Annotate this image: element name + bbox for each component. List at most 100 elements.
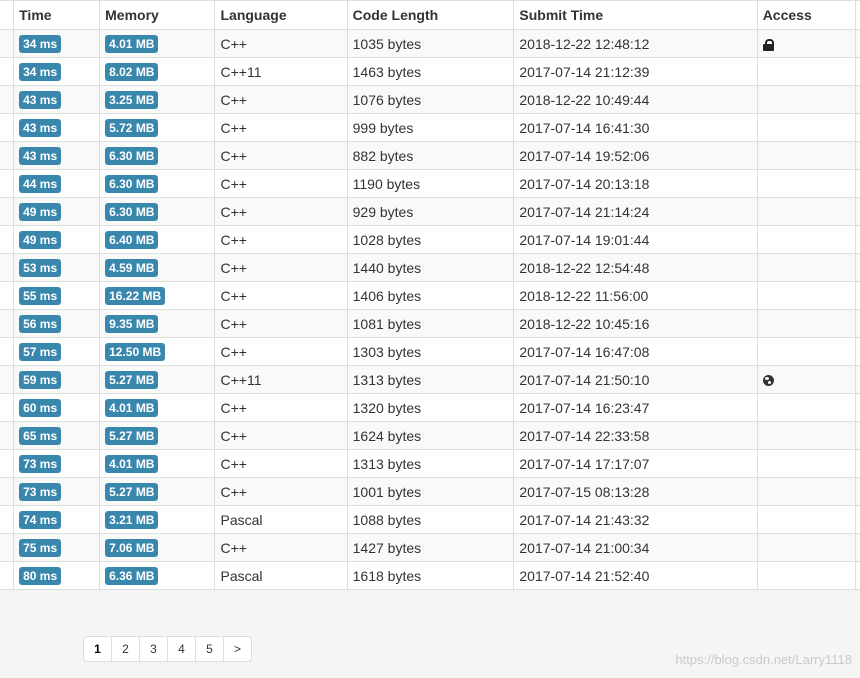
time-badge: 59 ms bbox=[19, 370, 62, 389]
table-row[interactable]: 57 ms 12.50 MB C++ 1303 bytes 2017-07-14 16:… bbox=[0, 337, 860, 366]
language-cell: C++ bbox=[214, 85, 348, 114]
code-length-cell[interactable]: 1088 bytes bbox=[347, 505, 515, 534]
table-row[interactable]: 49 ms 6.40 MB C++ 1028 bytes 2017-07-14 19:0… bbox=[0, 225, 860, 254]
table-body: 34 ms 4.01 MB C++ 1035 bytes 2018-12-22 12:4… bbox=[0, 29, 860, 590]
table-row[interactable]: 34 ms 4.01 MB C++ 1035 bytes 2018-12-22 12:4… bbox=[0, 29, 860, 58]
access-cell bbox=[757, 421, 857, 450]
table-row[interactable]: 43 ms 3.25 MB C++ 1076 bytes 2018-12-22 10:4… bbox=[0, 85, 860, 114]
memory-badge: 6.36 MB bbox=[105, 566, 159, 585]
code-length-cell[interactable]: 1463 bytes bbox=[347, 57, 515, 86]
memory-badge: 3.21 MB bbox=[105, 510, 159, 529]
submit-time-cell: 2017-07-14 21:00:34 bbox=[513, 533, 758, 562]
header-language[interactable]: Language bbox=[214, 0, 348, 30]
table-row[interactable]: 65 ms 5.27 MB C++ 1624 bytes 2017-07-14 22:3… bbox=[0, 421, 860, 450]
row-edge bbox=[855, 29, 860, 58]
time-cell: 44 ms bbox=[13, 169, 101, 198]
access-cell bbox=[757, 85, 857, 114]
memory-badge: 4.59 MB bbox=[105, 258, 159, 277]
submit-time-cell: 2017-07-14 16:23:47 bbox=[513, 393, 758, 422]
code-length-cell[interactable]: 1427 bytes bbox=[347, 533, 515, 562]
table-row[interactable]: 60 ms 4.01 MB C++ 1320 bytes 2017-07-14 16:2… bbox=[0, 393, 860, 422]
next-page-button[interactable]: > bbox=[224, 637, 251, 661]
submissions-table: Time Memory Language Code Length Submit … bbox=[0, 0, 860, 590]
row-edge bbox=[855, 169, 860, 198]
time-cell: 59 ms bbox=[13, 365, 101, 394]
memory-cell: 6.40 MB bbox=[99, 225, 216, 254]
code-length-cell[interactable]: 1406 bytes bbox=[347, 281, 515, 310]
table-row[interactable]: 74 ms 3.21 MB Pascal 1088 bytes 2017-07-14 2… bbox=[0, 505, 860, 534]
table-row[interactable]: 80 ms 6.36 MB Pascal 1618 bytes 2017-07-14 2… bbox=[0, 561, 860, 590]
code-length-cell[interactable]: 1028 bytes bbox=[347, 225, 515, 254]
row-edge bbox=[855, 57, 860, 86]
table-row[interactable]: 75 ms 7.06 MB C++ 1427 bytes 2017-07-14 21:0… bbox=[0, 533, 860, 562]
table-row[interactable]: 73 ms 5.27 MB C++ 1001 bytes 2017-07-15 08:1… bbox=[0, 477, 860, 506]
time-cell: 65 ms bbox=[13, 421, 101, 450]
language-cell: C++ bbox=[214, 393, 348, 422]
row-edge bbox=[855, 281, 860, 310]
table-row[interactable]: 34 ms 8.02 MB C++11 1463 bytes 2017-07-14 21… bbox=[0, 57, 860, 86]
table-row[interactable]: 43 ms 6.30 MB C++ 882 bytes 2017-07-14 19:52… bbox=[0, 141, 860, 170]
code-length-cell[interactable]: 1313 bytes bbox=[347, 449, 515, 478]
row-spacer bbox=[0, 505, 15, 534]
page-3-button[interactable]: 3 bbox=[140, 637, 168, 661]
table-row[interactable]: 44 ms 6.30 MB C++ 1190 bytes 2017-07-14 20:1… bbox=[0, 169, 860, 198]
code-length-cell[interactable]: 1001 bytes bbox=[347, 477, 515, 506]
page-2-button[interactable]: 2 bbox=[112, 637, 140, 661]
submit-time-cell: 2018-12-22 11:56:00 bbox=[513, 281, 758, 310]
access-cell bbox=[757, 225, 857, 254]
code-length-cell[interactable]: 1303 bytes bbox=[347, 337, 515, 366]
header-spacer bbox=[0, 0, 15, 30]
submit-time-cell: 2018-12-22 10:49:44 bbox=[513, 85, 758, 114]
memory-badge: 12.50 MB bbox=[105, 342, 166, 361]
code-length-cell[interactable]: 1624 bytes bbox=[347, 421, 515, 450]
globe-icon[interactable] bbox=[762, 375, 774, 387]
code-length-cell[interactable]: 1081 bytes bbox=[347, 309, 515, 338]
memory-badge: 7.06 MB bbox=[105, 538, 159, 557]
row-spacer bbox=[0, 169, 15, 198]
header-time[interactable]: Time bbox=[13, 0, 101, 30]
memory-cell: 6.30 MB bbox=[99, 197, 216, 226]
page-4-button[interactable]: 4 bbox=[168, 637, 196, 661]
code-length-cell[interactable]: 1440 bytes bbox=[347, 253, 515, 282]
submit-time-cell: 2017-07-14 22:33:58 bbox=[513, 421, 758, 450]
memory-cell: 3.21 MB bbox=[99, 505, 216, 534]
header-code-length[interactable]: Code Length bbox=[347, 0, 515, 30]
language-cell: C++ bbox=[214, 309, 348, 338]
row-edge bbox=[855, 561, 860, 590]
row-spacer bbox=[0, 533, 15, 562]
code-length-cell[interactable]: 999 bytes bbox=[347, 113, 515, 142]
code-length-cell[interactable]: 882 bytes bbox=[347, 141, 515, 170]
header-memory[interactable]: Memory bbox=[99, 0, 216, 30]
memory-badge: 9.35 MB bbox=[105, 314, 159, 333]
time-cell: 43 ms bbox=[13, 141, 101, 170]
code-length-cell[interactable]: 929 bytes bbox=[347, 197, 515, 226]
access-cell bbox=[757, 393, 857, 422]
submit-time-cell: 2017-07-14 21:50:10 bbox=[513, 365, 758, 394]
table-row[interactable]: 53 ms 4.59 MB C++ 1440 bytes 2018-12-22 12:5… bbox=[0, 253, 860, 282]
table-row[interactable]: 49 ms 6.30 MB C++ 929 bytes 2017-07-14 21:14… bbox=[0, 197, 860, 226]
code-length-cell[interactable]: 1190 bytes bbox=[347, 169, 515, 198]
table-row[interactable]: 56 ms 9.35 MB C++ 1081 bytes 2018-12-22 10:4… bbox=[0, 309, 860, 338]
time-badge: 73 ms bbox=[19, 454, 62, 473]
header-submit-time[interactable]: Submit Time bbox=[513, 0, 758, 30]
code-length-cell[interactable]: 1076 bytes bbox=[347, 85, 515, 114]
code-length-cell[interactable]: 1618 bytes bbox=[347, 561, 515, 590]
table-row[interactable]: 73 ms 4.01 MB C++ 1313 bytes 2017-07-14 17:1… bbox=[0, 449, 860, 478]
memory-cell: 12.50 MB bbox=[99, 337, 216, 366]
row-edge bbox=[855, 449, 860, 478]
time-cell: 43 ms bbox=[13, 85, 101, 114]
page-1-button[interactable]: 1 bbox=[84, 637, 112, 661]
code-length-cell[interactable]: 1035 bytes bbox=[347, 29, 515, 58]
time-badge: 43 ms bbox=[19, 90, 62, 109]
row-edge bbox=[855, 113, 860, 142]
table-row[interactable]: 59 ms 5.27 MB C++11 1313 bytes 2017-07-14 21… bbox=[0, 365, 860, 394]
row-edge bbox=[855, 141, 860, 170]
table-row[interactable]: 55 ms 16.22 MB C++ 1406 bytes 2018-12-22 11:… bbox=[0, 281, 860, 310]
table-row[interactable]: 43 ms 5.72 MB C++ 999 bytes 2017-07-14 16:41… bbox=[0, 113, 860, 142]
page-5-button[interactable]: 5 bbox=[196, 637, 224, 661]
language-cell: C++11 bbox=[214, 365, 348, 394]
code-length-cell[interactable]: 1313 bytes bbox=[347, 365, 515, 394]
code-length-cell[interactable]: 1320 bytes bbox=[347, 393, 515, 422]
watermark: https://blog.csdn.net/Larry1118 bbox=[675, 652, 852, 667]
row-edge bbox=[855, 393, 860, 422]
